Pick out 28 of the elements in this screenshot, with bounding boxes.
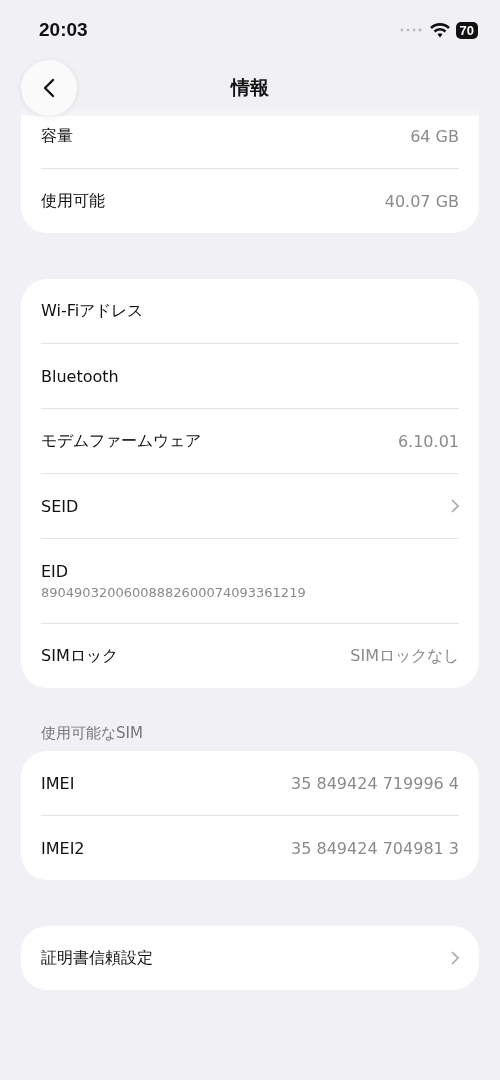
row-label: Wi-Fiアドレス bbox=[41, 300, 145, 322]
status-time: 20:03 bbox=[39, 19, 89, 41]
row-label: SEID bbox=[41, 496, 80, 516]
chevron-icon[interactable] bbox=[451, 499, 459, 513]
row-label: モデムファームウェア bbox=[41, 430, 202, 452]
row-label: IMEI2 bbox=[41, 838, 86, 858]
wifi-icon bbox=[429, 22, 450, 38]
row-label: 使用可能 bbox=[41, 190, 106, 212]
row-value: 6.10.01 bbox=[397, 431, 459, 451]
page-title: 情報 bbox=[231, 75, 269, 100]
row-label: IMEI bbox=[41, 773, 76, 793]
signal-icon bbox=[399, 28, 422, 32]
back-button[interactable] bbox=[21, 60, 77, 116]
row-detail: 89049032006008882600074093361219 bbox=[41, 585, 307, 600]
row-label: Bluetooth bbox=[41, 366, 120, 386]
row-value: 35 849424 719996 4 bbox=[291, 773, 459, 793]
row-value: 40.07 GB bbox=[384, 191, 459, 211]
row-value: SIMロックなし bbox=[350, 645, 459, 667]
row-value: 64 GB bbox=[410, 126, 459, 146]
row-value: 35 849424 704981 3 bbox=[291, 838, 459, 858]
row-label: 容量 bbox=[41, 125, 74, 147]
row-label: 証明書信頼設定 bbox=[41, 947, 154, 969]
chevron-icon[interactable] bbox=[451, 951, 459, 965]
back-icon bbox=[43, 78, 55, 98]
battery-indicator: 70 bbox=[455, 21, 478, 39]
row-label: SIMロック bbox=[41, 645, 119, 667]
row-label: EID bbox=[41, 562, 70, 581]
section-header: 使用可能なSIM bbox=[40, 724, 144, 744]
